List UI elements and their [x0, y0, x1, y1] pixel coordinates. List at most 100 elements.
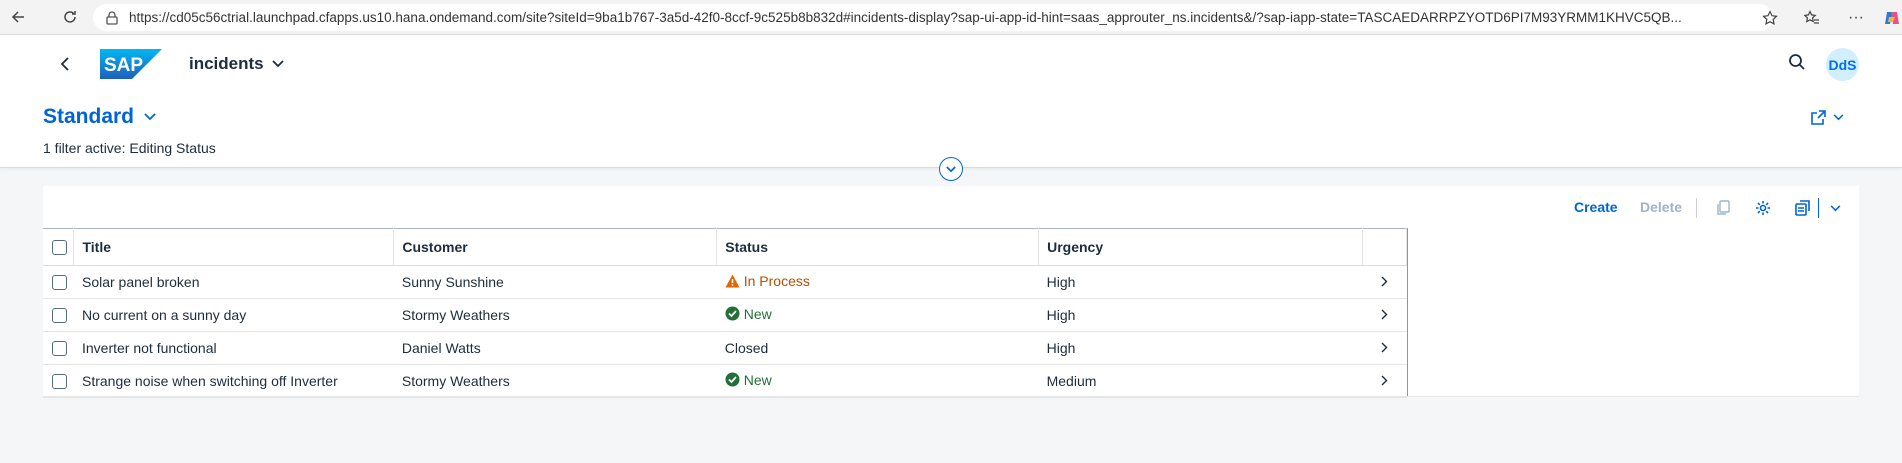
delete-button[interactable]: Delete — [1640, 199, 1682, 215]
success-check-icon — [725, 372, 740, 387]
gear-icon — [1756, 201, 1770, 215]
chevron-left-icon — [60, 57, 69, 71]
table-row[interactable]: No current on a sunny day Stormy Weather… — [43, 298, 1407, 332]
row-navigation-cell[interactable] — [1362, 265, 1407, 299]
arrow-left-icon — [11, 11, 24, 23]
header-collapse-button[interactable] — [939, 157, 963, 181]
browser-menu-button[interactable]: ··· — [1838, 0, 1874, 35]
success-check-icon — [725, 306, 740, 321]
search-button[interactable] — [1788, 53, 1808, 73]
cell-status: New — [716, 364, 1039, 398]
table-settings-button[interactable] — [1753, 198, 1773, 218]
back-button[interactable] — [56, 49, 74, 79]
star-icon — [1762, 9, 1778, 25]
search-icon — [1789, 54, 1805, 70]
table-bottom-border — [43, 396, 1859, 397]
create-button[interactable]: Create — [1574, 199, 1618, 215]
more-horizontal-icon: ··· — [1848, 8, 1864, 26]
table-row[interactable]: Strange noise when switching off Inverte… — [43, 364, 1407, 398]
table-right-border — [1407, 228, 1408, 397]
select-all-cell — [43, 228, 75, 266]
export-menu-button[interactable] — [1825, 198, 1845, 218]
copy-button[interactable] — [1713, 198, 1733, 218]
browser-toolbar: https://cd05c56ctrial.launchpad.cfapps.u… — [0, 0, 1902, 35]
filter-summary: 1 filter active: Editing Status — [43, 140, 216, 156]
copilot-button[interactable] — [1874, 0, 1902, 35]
cell-urgency: Medium — [1038, 364, 1363, 398]
select-all-checkbox[interactable] — [52, 240, 67, 256]
chevron-down-icon — [271, 60, 284, 68]
table-header-row: Title Customer Status Urgency — [43, 228, 1408, 266]
row-navigation-cell[interactable] — [1362, 364, 1407, 398]
cell-customer: Sunny Sunshine — [393, 265, 717, 299]
share-menu-button[interactable] — [1810, 109, 1844, 126]
row-select-cell — [43, 298, 74, 332]
chevron-down-icon — [1830, 204, 1840, 211]
browser-back-button[interactable] — [0, 0, 36, 35]
cell-urgency: High — [1038, 265, 1363, 299]
url-text: https://cd05c56ctrial.launchpad.cfapps.u… — [129, 10, 1682, 25]
address-bar[interactable]: https://cd05c56ctrial.launchpad.cfapps.u… — [93, 4, 1773, 31]
row-checkbox[interactable] — [52, 341, 67, 357]
warning-icon — [725, 274, 740, 288]
copy-icon — [1716, 200, 1730, 215]
status-text: In Process — [743, 273, 810, 289]
browser-reload-button[interactable] — [52, 0, 88, 35]
cell-title: Solar panel broken — [73, 265, 394, 299]
app-title-menu[interactable]: incidents — [189, 54, 284, 74]
row-select-cell — [43, 364, 74, 398]
row-checkbox[interactable] — [52, 374, 67, 390]
chevron-right-icon — [1381, 342, 1388, 353]
export-icon — [1795, 200, 1810, 216]
chevron-down-icon — [1833, 114, 1844, 121]
app-title: incidents — [189, 54, 264, 73]
cell-status: In Process — [716, 265, 1039, 299]
cell-title: Inverter not functional — [73, 331, 394, 365]
row-select-cell — [43, 331, 74, 365]
status-text: Closed — [724, 340, 769, 356]
row-checkbox[interactable] — [52, 308, 67, 324]
status-indicator: Closed — [725, 340, 769, 356]
chevron-down-icon — [144, 113, 156, 121]
column-header-urgency[interactable]: Urgency — [1038, 228, 1363, 266]
toolbar-separator — [1696, 198, 1697, 218]
cell-status: New — [716, 298, 1039, 332]
cell-status: Closed — [716, 331, 1039, 365]
share-icon — [1811, 110, 1826, 125]
favorites-button[interactable] — [1794, 0, 1830, 35]
toolbar-separator — [1818, 198, 1819, 218]
cell-customer: Stormy Weathers — [393, 364, 717, 398]
column-header-title[interactable]: Title — [73, 228, 395, 266]
reload-icon — [64, 11, 76, 23]
status-text: New — [743, 371, 772, 388]
cell-urgency: High — [1038, 298, 1363, 332]
status-indicator: In Process — [725, 273, 810, 289]
table-row[interactable]: Solar panel broken Sunny Sunshine In Pro… — [43, 265, 1407, 299]
bookmark-star-button[interactable] — [1752, 0, 1788, 35]
table-row[interactable]: Inverter not functional Daniel Watts Clo… — [43, 331, 1407, 365]
status-indicator: New — [725, 372, 772, 388]
cell-customer: Daniel Watts — [393, 331, 717, 365]
shell-bar: SAP incidents DdS — [0, 35, 1902, 92]
export-button[interactable] — [1793, 198, 1813, 218]
cell-title: No current on a sunny day — [73, 298, 394, 332]
cell-customer: Stormy Weathers — [393, 298, 717, 332]
user-avatar[interactable]: DdS — [1826, 48, 1859, 81]
sap-logo-text: SAP — [104, 55, 143, 76]
table-panel: Create Delete Title Customer Status Urge… — [43, 186, 1859, 398]
column-header-customer[interactable]: Customer — [393, 228, 718, 266]
column-header-status[interactable]: Status — [716, 228, 1040, 266]
row-checkbox[interactable] — [52, 275, 67, 291]
chevron-right-icon — [1381, 309, 1388, 320]
table-toolbar: Create Delete — [43, 186, 1859, 228]
incidents-table: Title Customer Status Urgency Solar pane… — [43, 228, 1408, 398]
status-indicator: New — [725, 306, 772, 322]
variant-management[interactable]: Standard — [43, 105, 156, 129]
sap-logo[interactable]: SAP — [100, 49, 162, 79]
cell-title: Strange noise when switching off Inverte… — [73, 364, 394, 398]
row-navigation-cell[interactable] — [1362, 298, 1407, 332]
row-navigation-cell[interactable] — [1362, 331, 1407, 365]
cell-urgency: High — [1038, 331, 1363, 365]
sap-logo-icon: SAP — [100, 49, 162, 79]
site-info-icon[interactable] — [105, 10, 119, 25]
